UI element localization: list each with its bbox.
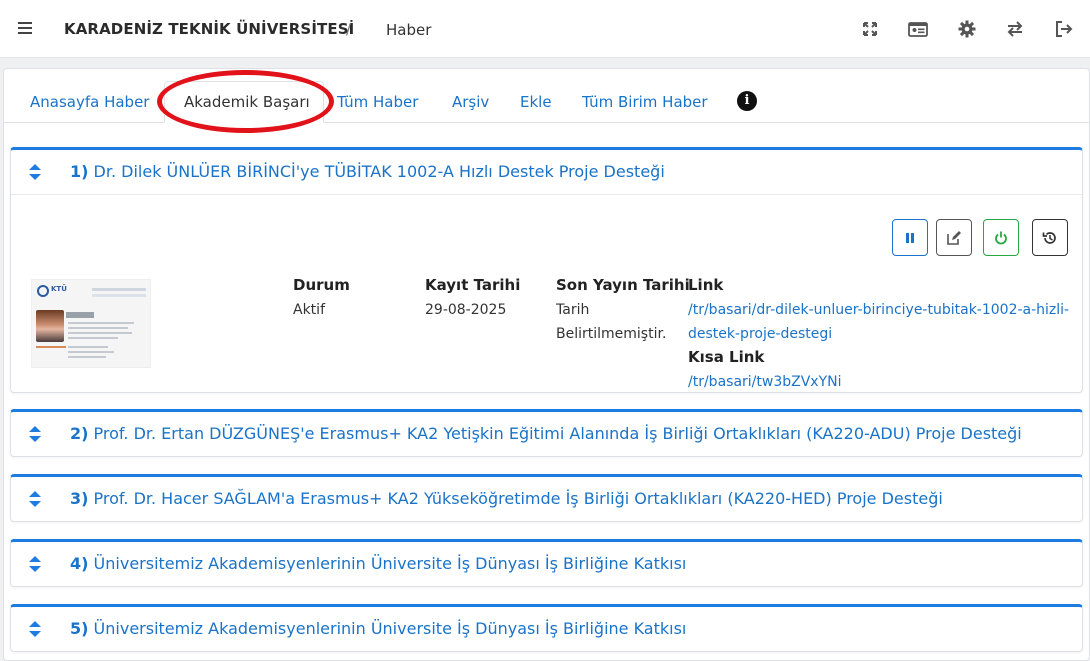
link-label: Link <box>688 276 724 294</box>
sort-arrows-icon[interactable] <box>28 163 42 181</box>
item-number: 5) <box>70 619 89 638</box>
news-thumbnail: KTÜ <box>31 279 151 368</box>
news-item-title[interactable]: 4) Üniversitemiz Akademisyenlerinin Üniv… <box>70 554 686 573</box>
item-number: 4) <box>70 554 89 573</box>
news-item-4: 4) Üniversitemiz Akademisyenlerinin Üniv… <box>10 539 1083 587</box>
sort-arrows-icon[interactable] <box>28 555 42 573</box>
history-icon <box>1042 231 1056 244</box>
fullscreen-icon[interactable] <box>860 19 880 39</box>
sort-arrows-icon[interactable] <box>28 425 42 443</box>
power-icon <box>995 231 1007 244</box>
info-icon[interactable]: i <box>737 91 757 111</box>
record-date-label: Kayıt Tarihi <box>425 276 521 294</box>
thumbnail-text-line <box>68 351 114 353</box>
pause-icon <box>906 232 914 243</box>
top-bar: KARADENİZ TEKNİK ÜNİVERSİTESİ / Haber <box>0 0 1090 58</box>
switch-icon[interactable] <box>1005 19 1025 39</box>
item-title-text: Üniversitemiz Akademisyenlerinin Ünivers… <box>93 619 687 638</box>
logout-icon[interactable] <box>1053 19 1073 39</box>
item-title-text: Dr. Dilek ÜNLÜER BİRİNCİ'ye TÜBİTAK 1002… <box>93 162 665 181</box>
news-item-1: 1) Dr. Dilek ÜNLÜER BİRİNCİ'ye TÜBİTAK 1… <box>10 147 1083 393</box>
status-label: Durum <box>293 276 350 294</box>
news-item-title[interactable]: 3) Prof. Dr. Hacer SAĞLAM'a Erasmus+ KA2… <box>70 489 943 508</box>
menu-icon[interactable] <box>18 22 32 34</box>
history-button[interactable] <box>1032 219 1068 256</box>
news-item-2: 2) Prof. Dr. Ertan DÜZGÜNEŞ'e Erasmus+ K… <box>10 409 1083 457</box>
record-date-value: 29-08-2025 <box>425 302 507 318</box>
news-link[interactable]: /tr/basari/dr-dilek-unluer-birinciye-tub… <box>688 298 1069 322</box>
breadcrumb: Haber <box>386 21 432 39</box>
short-link[interactable]: /tr/basari/tw3bZVxYNi <box>688 370 841 394</box>
news-item-header[interactable]: 1) Dr. Dilek ÜNLÜER BİRİNCİ'ye TÜBİTAK 1… <box>11 150 1082 194</box>
ktu-logo-icon <box>37 285 49 297</box>
breadcrumb-separator: / <box>346 20 352 38</box>
edit-icon <box>947 230 961 245</box>
thumbnail-text-line <box>68 332 132 334</box>
thumbnail-header-line <box>92 294 146 297</box>
news-item-title[interactable]: 1) Dr. Dilek ÜNLÜER BİRİNCİ'ye TÜBİTAK 1… <box>70 162 665 181</box>
org-title: KARADENİZ TEKNİK ÜNİVERSİTESİ <box>64 20 355 38</box>
sort-arrows-icon[interactable] <box>28 490 42 508</box>
item-number: 1) <box>70 162 89 181</box>
item-number: 3) <box>70 489 89 508</box>
thumbnail-text-line <box>36 346 66 348</box>
publish-date-value: Tarih <box>556 302 590 318</box>
id-card-icon[interactable] <box>908 19 928 39</box>
thumbnail-text-line <box>68 322 134 324</box>
news-item-header[interactable]: 2) Prof. Dr. Ertan DÜZGÜNEŞ'e Erasmus+ K… <box>11 412 1082 456</box>
sort-arrows-icon[interactable] <box>28 620 42 638</box>
thumbnail-logo-text: KTÜ <box>51 285 67 293</box>
edit-button[interactable] <box>936 219 972 256</box>
pause-button[interactable] <box>892 219 928 256</box>
news-item-header[interactable]: 4) Üniversitemiz Akademisyenlerinin Üniv… <box>11 542 1082 586</box>
news-item-5: 5) Üniversitemiz Akademisyenlerinin Üniv… <box>10 604 1083 652</box>
item-title-text: Prof. Dr. Ertan DÜZGÜNEŞ'e Erasmus+ KA2 … <box>93 424 1022 443</box>
publish-date-value-cont: Belirtilmemiştir. <box>556 326 667 342</box>
thumbnail-text-line <box>68 346 108 348</box>
tab-bar: Anasayfa Haber Akademik Başarı Tüm Haber… <box>4 69 1089 133</box>
tab-ekle[interactable]: Ekle <box>520 93 552 111</box>
item-title-text: Üniversitemiz Akademisyenlerinin Ünivers… <box>93 554 687 573</box>
tab-tum-haber[interactable]: Tüm Haber <box>337 93 418 111</box>
thumbnail-text-line <box>68 327 128 329</box>
thumbnail-header-line <box>92 288 146 291</box>
thumbnail-text-line <box>68 356 106 358</box>
news-item-3: 3) Prof. Dr. Hacer SAĞLAM'a Erasmus+ KA2… <box>10 474 1083 522</box>
news-link-cont[interactable]: destek-proje-destegi <box>688 322 832 346</box>
publish-date-label: Son Yayın Tarihi <box>556 276 690 294</box>
portrait-image <box>36 310 64 342</box>
tab-tum-birim-haber[interactable]: Tüm Birim Haber <box>582 93 708 111</box>
news-item-title[interactable]: 5) Üniversitemiz Akademisyenlerinin Üniv… <box>70 619 686 638</box>
status-value: Aktif <box>293 302 325 318</box>
item-number: 2) <box>70 424 89 443</box>
news-item-header[interactable]: 5) Üniversitemiz Akademisyenlerinin Üniv… <box>11 607 1082 651</box>
thumbnail-text-line <box>68 337 118 339</box>
thumbnail-bar <box>66 312 94 318</box>
tab-anasayfa-haber[interactable]: Anasayfa Haber <box>30 93 149 111</box>
tab-arsiv[interactable]: Arşiv <box>452 93 489 111</box>
short-link-label: Kısa Link <box>688 348 765 366</box>
tab-akademik-basari[interactable]: Akademik Başarı <box>184 93 310 111</box>
news-item-details: KTÜ Durum Aktif Kayıt Tarihi 29-08-2025 … <box>11 194 1082 392</box>
item-title-text: Prof. Dr. Hacer SAĞLAM'a Erasmus+ KA2 Yü… <box>93 489 943 508</box>
content-card: Anasayfa Haber Akademik Başarı Tüm Haber… <box>3 68 1090 661</box>
news-item-title[interactable]: 2) Prof. Dr. Ertan DÜZGÜNEŞ'e Erasmus+ K… <box>70 424 1022 443</box>
gear-icon[interactable] <box>957 19 977 39</box>
news-item-header[interactable]: 3) Prof. Dr. Hacer SAĞLAM'a Erasmus+ KA2… <box>11 477 1082 521</box>
power-button[interactable] <box>983 219 1019 256</box>
